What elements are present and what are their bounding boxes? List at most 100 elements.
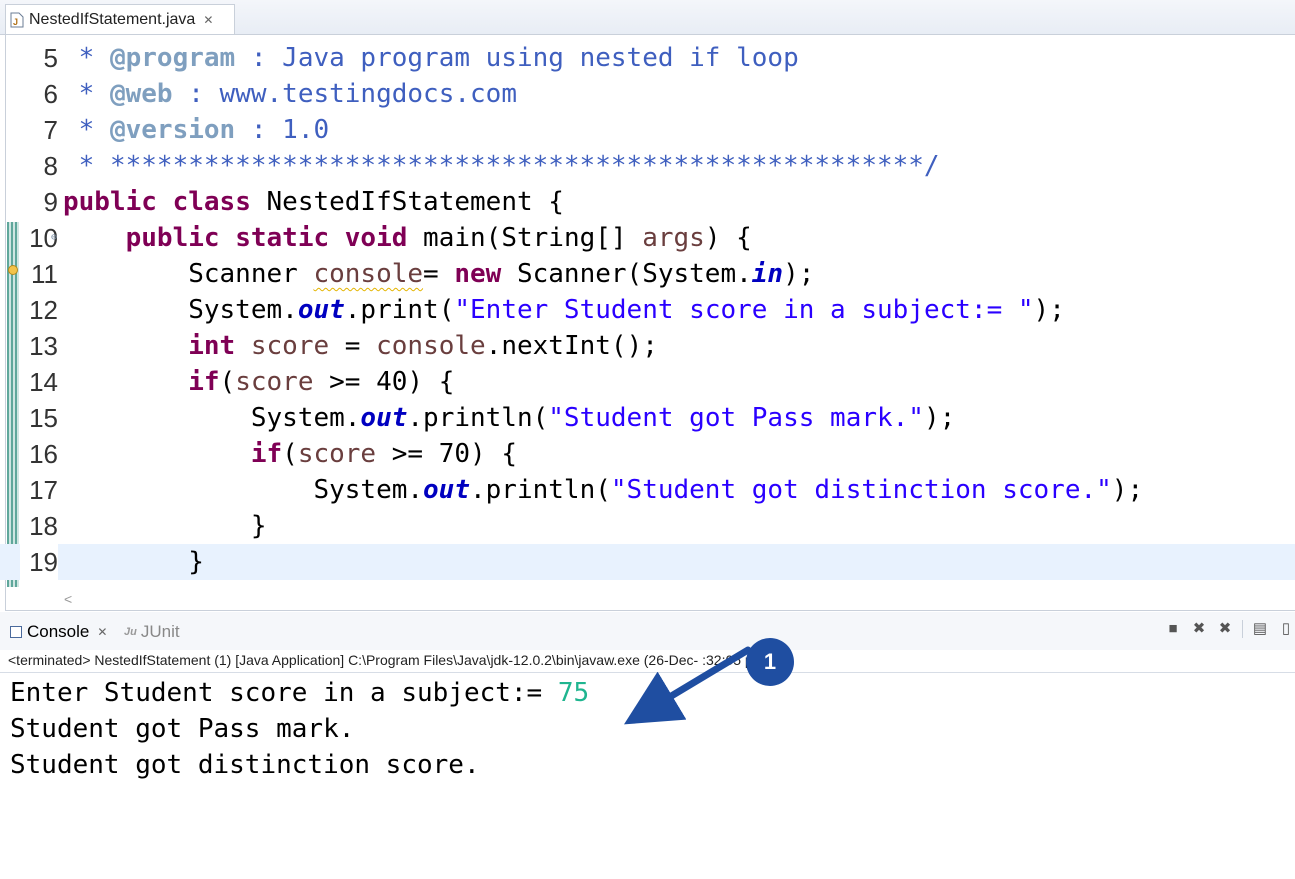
code-token: out <box>423 475 470 505</box>
console-prompt-line: Enter Student score in a subject:= 75 <box>10 675 589 711</box>
code-line[interactable]: 18 } <box>0 508 1295 544</box>
code-line[interactable]: 15 System.out.println("Student got Pass … <box>0 400 1295 436</box>
code-line[interactable]: 12 System.out.print("Enter Student score… <box>0 292 1295 328</box>
code-token: ( <box>282 439 298 469</box>
code-token: @version <box>109 115 236 145</box>
code-token: @web <box>109 79 173 109</box>
code-token: >= 40) { <box>313 367 455 397</box>
code-token: = <box>329 331 377 361</box>
code-token: * **************************************… <box>63 151 940 181</box>
code-text: public static void main(String[] args) { <box>63 220 752 256</box>
clear-console-icon[interactable]: ▤ <box>1251 620 1269 638</box>
line-number: 6 <box>43 79 58 109</box>
code-token: .nextInt(); <box>485 331 658 361</box>
code-text: } <box>63 508 267 544</box>
annotation-badge: 1 <box>746 638 794 686</box>
tab-console-label: Console <box>27 622 90 641</box>
line-number: 9 <box>43 187 58 217</box>
code-token: .println( <box>470 475 611 505</box>
code-line[interactable]: 8 * ************************************… <box>0 148 1295 184</box>
code-line[interactable]: 6 * @web : www.testingdocs.com <box>0 76 1295 112</box>
code-text: Scanner console= new Scanner(System.in); <box>63 256 814 292</box>
code-token: score <box>297 439 377 469</box>
console-output[interactable]: Enter Student score in a subject:= 75 St… <box>10 675 589 783</box>
tab-junit[interactable]: Ju JUnit <box>124 622 180 642</box>
console-prompt: Enter Student score in a subject:= <box>10 678 558 708</box>
code-token: } <box>63 511 267 541</box>
code-line[interactable]: 13 int score = console.nextInt(); <box>0 328 1295 364</box>
code-area[interactable]: 5 * @program : Java program using nested… <box>0 40 1295 588</box>
svg-text:J: J <box>13 17 18 27</box>
code-token: "Student got Pass mark." <box>548 403 924 433</box>
code-token: "Student got distinction score." <box>610 475 1112 505</box>
code-line[interactable]: 10 ⊖ public static void main(String[] arg… <box>0 220 1295 256</box>
close-icon[interactable]: ✕ <box>97 625 107 639</box>
code-token: : 1.0 <box>235 115 330 145</box>
console-icon <box>10 626 22 638</box>
code-line[interactable]: 14 if(score >= 40) { <box>0 364 1295 400</box>
code-text: if(score >= 70) { <box>63 436 517 472</box>
line-number: 19 <box>20 544 58 580</box>
code-line[interactable]: 7 * @version : 1.0 <box>0 112 1295 148</box>
code-text: System.out.print("Enter Student score in… <box>63 292 1065 328</box>
code-token: out <box>297 295 345 325</box>
code-token: int <box>188 331 236 361</box>
code-token: main(String[] <box>407 223 643 253</box>
code-line[interactable]: 5 * @program : Java program using nested… <box>0 40 1295 76</box>
code-token: ); <box>1033 295 1065 325</box>
code-token: ); <box>923 403 956 433</box>
tab-nested-if-statement[interactable]: J NestedIfStatement.java ✕ <box>5 4 235 34</box>
code-token: score <box>250 331 330 361</box>
code-token: class <box>172 187 251 217</box>
code-token: System. <box>63 403 361 433</box>
close-icon[interactable]: ✕ <box>203 13 213 27</box>
annotation-arrow <box>623 646 752 725</box>
horizontal-scrollbar[interactable]: < <box>60 590 1295 608</box>
tab-console[interactable]: Console ✕ <box>10 622 107 642</box>
line-number: 8 <box>43 151 58 181</box>
code-line[interactable]: 19 } <box>0 544 1295 580</box>
code-text: if(score >= 40) { <box>63 364 454 400</box>
code-line[interactable]: 16 if(score >= 70) { <box>0 436 1295 472</box>
toolbar-divider <box>1242 620 1243 638</box>
code-line[interactable]: 17 System.out.println("Student got disti… <box>0 472 1295 508</box>
code-token: new <box>454 259 502 289</box>
code-text: } <box>63 544 204 580</box>
code-editor[interactable]: J NestedIfStatement.java ✕ 5 * @program … <box>0 0 1295 611</box>
code-token: >= 70) { <box>376 439 517 469</box>
remove-all-icon[interactable]: ✖ <box>1216 620 1234 638</box>
code-token: : www.testingdocs.com <box>172 79 517 109</box>
line-number: 16 <box>29 439 58 469</box>
code-token: * <box>63 43 110 73</box>
code-line[interactable]: 9 public class NestedIfStatement { <box>0 184 1295 220</box>
code-token: } <box>63 547 204 577</box>
console-user-input: 75 <box>557 678 590 708</box>
fold-toggle-icon[interactable]: ⊖ <box>51 220 57 256</box>
line-number: 13 <box>29 331 58 361</box>
code-token: args <box>642 223 705 253</box>
terminate-icon[interactable]: ■ <box>1164 620 1182 638</box>
line-number: 18 <box>29 511 58 541</box>
pin-console-icon[interactable]: ▯ <box>1277 620 1295 638</box>
code-line[interactable]: 11 Scanner console= new Scanner(System.i… <box>0 256 1295 292</box>
code-token: ( <box>219 367 236 397</box>
code-text: System.out.println("Student got Pass mar… <box>63 400 955 436</box>
line-number: 7 <box>43 115 58 145</box>
junit-icon: Ju <box>124 626 137 638</box>
code-token: : Java program using nested if loop <box>235 43 799 73</box>
code-token: .println( <box>407 403 549 433</box>
code-text: public class NestedIfStatement { <box>63 184 564 220</box>
code-text: * @version : 1.0 <box>63 112 329 148</box>
scroll-left-icon[interactable]: < <box>64 590 72 608</box>
console-output-line: Student got Pass mark. <box>10 714 355 744</box>
remove-launch-icon[interactable]: ✖ <box>1190 620 1208 638</box>
code-token: ) { <box>704 223 752 253</box>
line-number: 17 <box>29 475 58 505</box>
code-token: @program <box>109 43 236 73</box>
code-text: int score = console.nextInt(); <box>63 328 658 364</box>
java-file-icon: J <box>10 12 24 28</box>
